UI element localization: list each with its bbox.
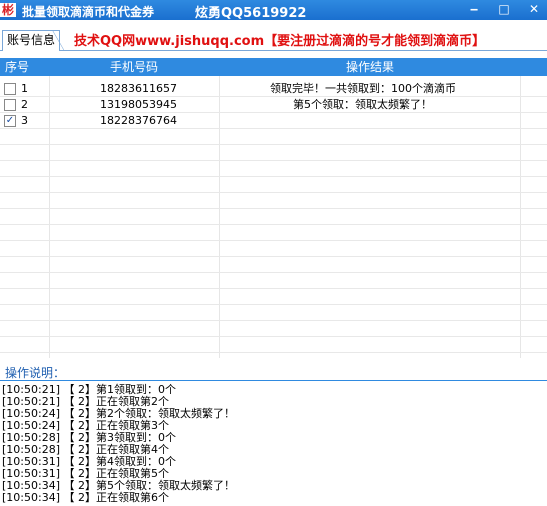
log-panel[interactable]: [10:50:21] 【 2】第1领取到：0个 [10:50:21] 【 2】正… xyxy=(0,382,547,506)
table-row[interactable]: ✓ 3 18228376764 xyxy=(0,113,547,128)
table-row[interactable]: 1 18283611657 领取完毕！一共领取到：100个滴滴币 xyxy=(0,81,547,96)
row-result: 领取完毕！一共领取到：100个滴滴币 xyxy=(270,82,456,95)
row-phone: 18283611657 xyxy=(100,82,177,95)
header-index[interactable]: 序号 xyxy=(0,58,34,76)
maximize-button[interactable]: □ xyxy=(494,1,514,17)
promo-text: 技术QQ网www.jishuqq.com【要注册过滴滴的号才能领到滴滴币】 xyxy=(74,34,486,49)
row-phone: 13198053945 xyxy=(100,98,177,111)
app-icon: 彬 xyxy=(0,3,16,17)
log-line: [10:50:31] 【 2】正在领取第5个 xyxy=(2,467,169,480)
log-line: [10:50:24] 【 2】第2个领取：领取太频繁了！ xyxy=(2,407,235,420)
tab-bar: 账号信息 技术QQ网www.jishuqq.com【要注册过滴滴的号才能领到滴滴… xyxy=(0,20,547,51)
row-checkbox[interactable] xyxy=(4,99,16,111)
row-result: 第5个领取：领取太频繁了！ xyxy=(293,98,432,111)
log-line: [10:50:21] 【 2】正在领取第2个 xyxy=(2,395,169,408)
log-line: [10:50:34] 【 2】第5个领取：领取太频繁了！ xyxy=(2,479,235,492)
log-line: [10:50:28] 【 2】第3领取到：0个 xyxy=(2,431,176,444)
window-title: 批量领取滴滴币和代金券 xyxy=(22,5,155,19)
row-index: 1 xyxy=(21,82,28,95)
table-header: 序号 手机号码 操作结果 xyxy=(0,58,547,76)
log-line: [10:50:24] 【 2】正在领取第3个 xyxy=(2,419,169,432)
header-phone[interactable]: 手机号码 xyxy=(50,58,218,76)
row-index: 2 xyxy=(21,98,28,111)
log-line: [10:50:21] 【 2】第1领取到：0个 xyxy=(2,383,176,396)
account-table: 序号 手机号码 操作结果 1 18283611657 领取完毕！一共领取到：10… xyxy=(0,58,547,358)
tab-divider xyxy=(52,30,64,50)
log-title: 操作说明： xyxy=(5,366,66,380)
log-line: [10:50:28] 【 2】正在领取第4个 xyxy=(2,443,169,456)
log-line: [10:50:34] 【 2】正在领取第6个 xyxy=(2,491,169,504)
row-checkbox[interactable] xyxy=(4,83,16,95)
header-result[interactable]: 操作结果 xyxy=(220,58,520,76)
row-phone: 18228376764 xyxy=(100,114,177,127)
table-row[interactable]: 2 13198053945 第5个领取：领取太频繁了！ xyxy=(0,97,547,112)
close-button[interactable]: ✕ xyxy=(524,1,544,17)
minimize-button[interactable]: ‒ xyxy=(464,1,484,17)
row-index: 3 xyxy=(21,114,28,127)
log-divider xyxy=(0,380,547,381)
author-label: 炫勇QQ5619922 xyxy=(195,6,307,21)
row-checkbox[interactable]: ✓ xyxy=(4,115,16,127)
title-bar: 彬 批量领取滴滴币和代金券 炫勇QQ5619922 ‒ □ ✕ xyxy=(0,0,547,21)
log-line: [10:50:31] 【 2】第4领取到：0个 xyxy=(2,455,176,468)
